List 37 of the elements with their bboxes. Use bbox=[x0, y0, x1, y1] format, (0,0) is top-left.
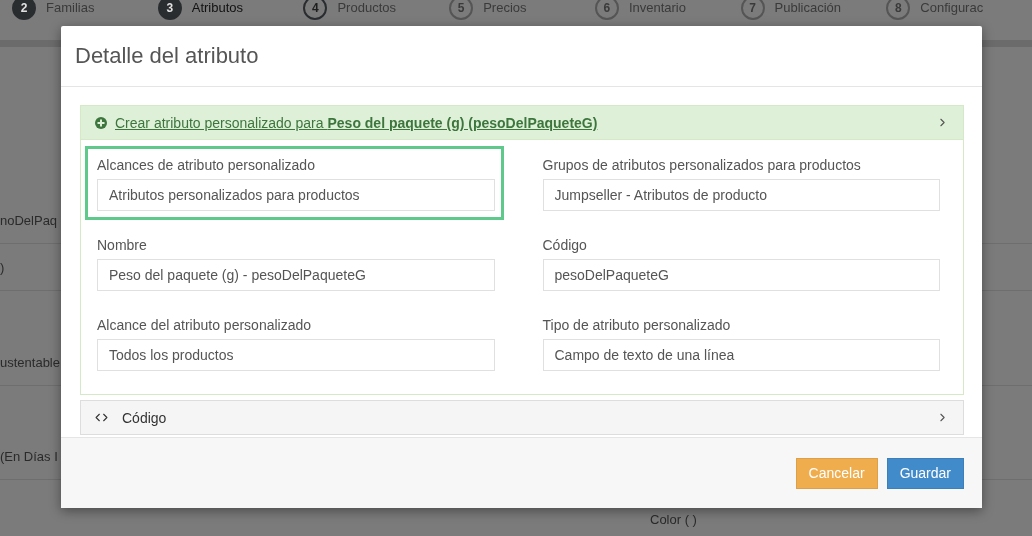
step-label[interactable]: Productos bbox=[337, 0, 410, 17]
panel-header[interactable]: Crear atributo personalizado para Peso del paquete (g) (pesoDelPaqueteG) bbox=[81, 106, 963, 140]
code-icon bbox=[95, 411, 108, 424]
step-number[interactable]: 6 bbox=[594, 0, 619, 20]
field-label: Nombre bbox=[97, 237, 148, 253]
field-label: Tipo de atributo personalizado bbox=[542, 317, 732, 333]
save-button[interactable]: Guardar bbox=[886, 457, 964, 489]
step-number[interactable]: 2 bbox=[12, 0, 36, 20]
step-label[interactable]: Inventario bbox=[628, 0, 701, 17]
step-number[interactable]: 8 bbox=[886, 0, 911, 20]
create-attribute-link[interactable]: Crear atributo personalizado para Peso del paquete (g) (pesoDelPaqueteG) bbox=[115, 114, 598, 131]
text-field[interactable]: Peso del paquete (g) - pesoDelPaqueteG bbox=[97, 259, 495, 291]
text-field[interactable]: Atributos personalizados para productos bbox=[97, 179, 495, 211]
row-text: ustentable bbox=[0, 354, 60, 370]
step-number[interactable]: 7 bbox=[740, 0, 765, 20]
step-number[interactable]: 4 bbox=[303, 0, 328, 20]
dialog-title: Detalle del atributo bbox=[75, 43, 259, 69]
field-label: Grupos de atributos personalizados para productos bbox=[542, 157, 862, 173]
row-text: ) bbox=[0, 259, 5, 275]
step-label[interactable]: Publicación bbox=[774, 0, 847, 17]
step-label[interactable]: Atributos bbox=[191, 0, 264, 17]
row-text: noDelPaq bbox=[0, 212, 58, 228]
step-label[interactable]: Precios bbox=[483, 0, 556, 17]
step-number[interactable]: 5 bbox=[449, 0, 474, 20]
text-field[interactable]: Jumpseller - Atributos de producto bbox=[542, 179, 940, 211]
step-label[interactable]: Familias bbox=[46, 0, 118, 17]
panel-header[interactable]: Código bbox=[81, 401, 963, 434]
field-label: Código bbox=[542, 237, 588, 253]
field-label: Alcances de atributo personalizado bbox=[97, 157, 316, 173]
text-field[interactable]: Campo de texto de una línea bbox=[542, 339, 940, 371]
plus-circle-icon bbox=[95, 116, 107, 129]
text-field[interactable]: pesoDelPaqueteG bbox=[542, 259, 940, 291]
step-label[interactable]: Configurac bbox=[920, 0, 993, 17]
step-number[interactable]: 3 bbox=[157, 0, 182, 20]
text-field[interactable]: Todos los productos bbox=[97, 339, 495, 371]
field-label: Alcance del atributo personalizado bbox=[97, 317, 313, 333]
field-label: Color ( ) bbox=[650, 512, 697, 527]
